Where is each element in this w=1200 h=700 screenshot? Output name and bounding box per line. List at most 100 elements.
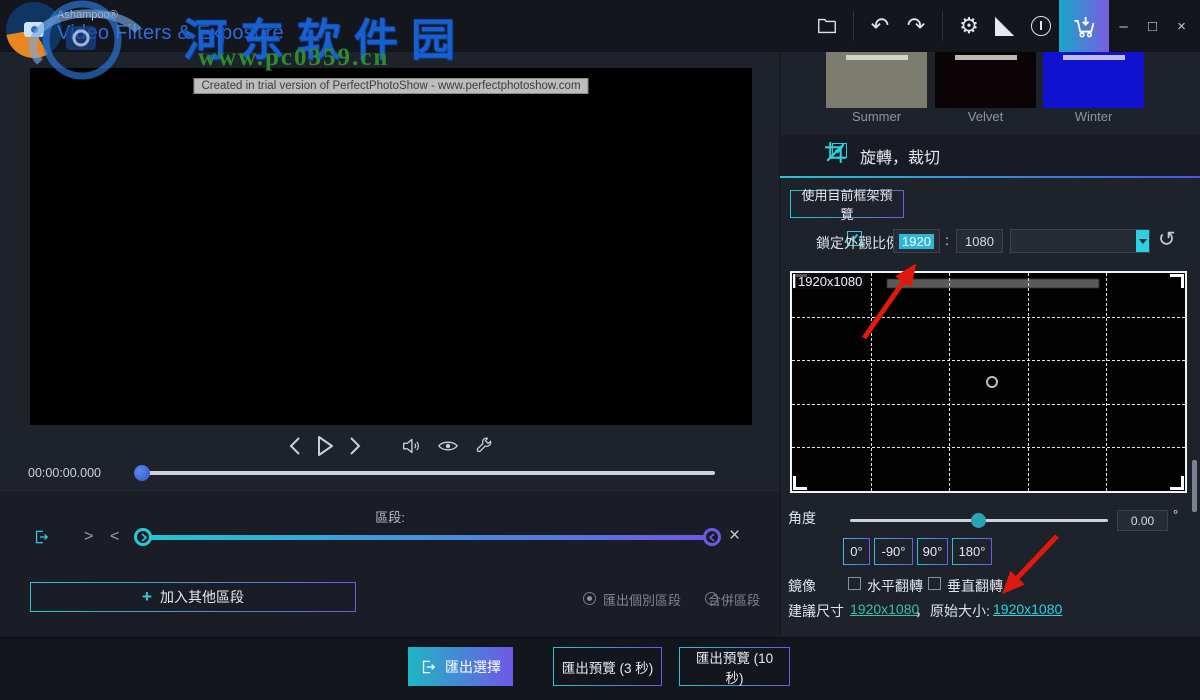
use-current-frame-preview-button[interactable]: 使用目前框架預覽 [791,191,903,217]
undo-button[interactable]: ↶ [862,0,898,52]
redo-button[interactable]: ↷ [898,0,934,52]
comma-separator: ， [915,601,929,621]
filter-thumbnail-velvet[interactable] [935,52,1036,108]
crop-corner-handle[interactable] [1170,476,1184,490]
add-segment-button[interactable]: + 加入其他區段 [31,583,355,611]
close-button[interactable]: × [1167,0,1196,52]
angle-slider-thumb[interactable] [971,513,986,528]
chevron-down-icon [1139,239,1147,244]
aspect-width-input[interactable]: 1920 [893,229,940,253]
previous-frame-button[interactable] [286,436,304,456]
rotate-180-button[interactable]: 180° [953,539,991,564]
rotate-neg90-button[interactable]: -90° [875,539,912,564]
angle-label: 角度 [788,508,816,528]
filter-thumbnail-summer[interactable] [826,52,927,108]
dropdown-arrow-button[interactable] [1136,230,1149,252]
add-segment-button-border: + 加入其他區段 [30,582,356,612]
grid-line [792,360,1185,361]
export-selection-button[interactable]: 匯出選擇 [408,647,513,686]
radio-export-individual-label: 匯出個別區段 [603,590,681,609]
rotate-0-border: 0° [843,538,870,565]
suggested-size-link[interactable]: 1920x1080 [850,601,919,617]
rotate-90-border: 90° [917,538,948,565]
rotate-0-button[interactable]: 0° [844,539,869,564]
rotate-90-button[interactable]: 90° [918,539,947,564]
exposure-contrast-icon [995,16,1015,36]
seek-slider[interactable] [135,471,715,475]
angle-value: 0.00 [1131,514,1154,528]
maximize-button[interactable]: □ [1138,0,1167,52]
next-frame-button[interactable] [346,436,364,456]
open-file-button[interactable] [809,0,845,52]
toolbar-separator [942,11,943,41]
seek-slider-thumb[interactable] [134,465,150,481]
segment-range-slider[interactable] [143,535,712,540]
lock-aspect-label: 鎖定外觀比例 [816,233,900,253]
volume-button[interactable] [398,435,424,457]
section-underline [780,176,1200,178]
crop-corner-handle[interactable] [793,476,807,490]
minimize-icon: – [1119,18,1127,35]
chevron-right-icon [140,533,147,542]
export-preview-10s-button[interactable]: 匯出預覽 (10 秒) [680,648,789,685]
grid-line [792,404,1185,405]
playback-controls [30,431,752,461]
speaker-icon [400,435,422,457]
exposure-button[interactable] [987,0,1023,52]
shopping-cart-icon [1071,13,1098,40]
eye-icon [436,435,460,457]
chevron-left-icon [709,533,716,542]
app-title: Video Filters & Exposure [57,22,284,45]
chevron-left-icon [288,436,302,456]
play-button[interactable] [314,435,336,457]
buy-cart-button[interactable] [1059,0,1109,52]
original-size-label: 原始大小: [930,601,990,621]
segment-end-handle[interactable] [703,528,721,546]
flip-horizontal-checkbox[interactable] [848,577,861,590]
undo-icon: ↶ [871,13,889,39]
segment-remove-button[interactable]: × [729,525,740,547]
radio-merge-segments-label: 合併區段 [708,590,760,609]
filter-thumbnail-winter[interactable] [1043,52,1144,108]
filter-label-velvet: Velvet [935,109,1036,124]
grid-line [1106,273,1107,491]
settings-button[interactable]: ⚙ [951,0,987,52]
rotate-180-border: 180° [952,538,992,565]
crop-preview-area[interactable]: 1920x1080 [790,271,1187,493]
radio-export-individual[interactable] [583,592,596,605]
aspect-preset-dropdown[interactable] [1010,229,1150,253]
reset-aspect-button[interactable]: ↺ [1158,227,1176,252]
mirror-label: 鏡像 [788,576,816,596]
segment-step-back-button[interactable]: < [110,528,119,546]
original-size-link[interactable]: 1920x1080 [993,601,1062,617]
toolbar-separator [853,11,854,41]
panel-scrollbar-thumb[interactable] [1192,460,1197,512]
export-door-icon [420,658,437,676]
info-button[interactable] [1023,0,1059,52]
suggested-size-label: 建議尺寸 [788,601,844,621]
export-door-icon [33,527,50,547]
grid-line [1028,273,1029,491]
crop-corner-handle[interactable] [1170,274,1184,288]
folder-icon [816,15,838,37]
tools-button[interactable] [472,435,496,457]
segment-step-forward-button[interactable]: > [84,528,93,546]
grid-line [792,317,1185,318]
segment-title: 區段: [0,507,780,526]
add-segment-label: 加入其他區段 [160,587,244,607]
brand-name: Ashampoo® [57,9,118,21]
flip-vertical-label: 垂直翻轉 [947,576,1003,596]
export-preview-3s-button[interactable]: 匯出預覽 (3 秒) [554,648,661,685]
aspect-height-input[interactable]: 1080 [956,229,1003,253]
preview-toggle-button[interactable] [434,435,462,457]
plus-icon: + [142,587,152,607]
info-icon [1031,16,1051,36]
flip-vertical-checkbox[interactable] [928,577,941,590]
rotate-neg90-border: -90° [874,538,913,565]
minimize-button[interactable]: – [1109,0,1138,52]
segment-start-handle[interactable] [134,528,152,546]
chevron-right-icon [348,436,362,456]
segment-export-button[interactable] [31,527,52,547]
angle-value-input[interactable]: 0.00 [1117,510,1168,531]
flip-horizontal-label: 水平翻轉 [867,576,923,596]
